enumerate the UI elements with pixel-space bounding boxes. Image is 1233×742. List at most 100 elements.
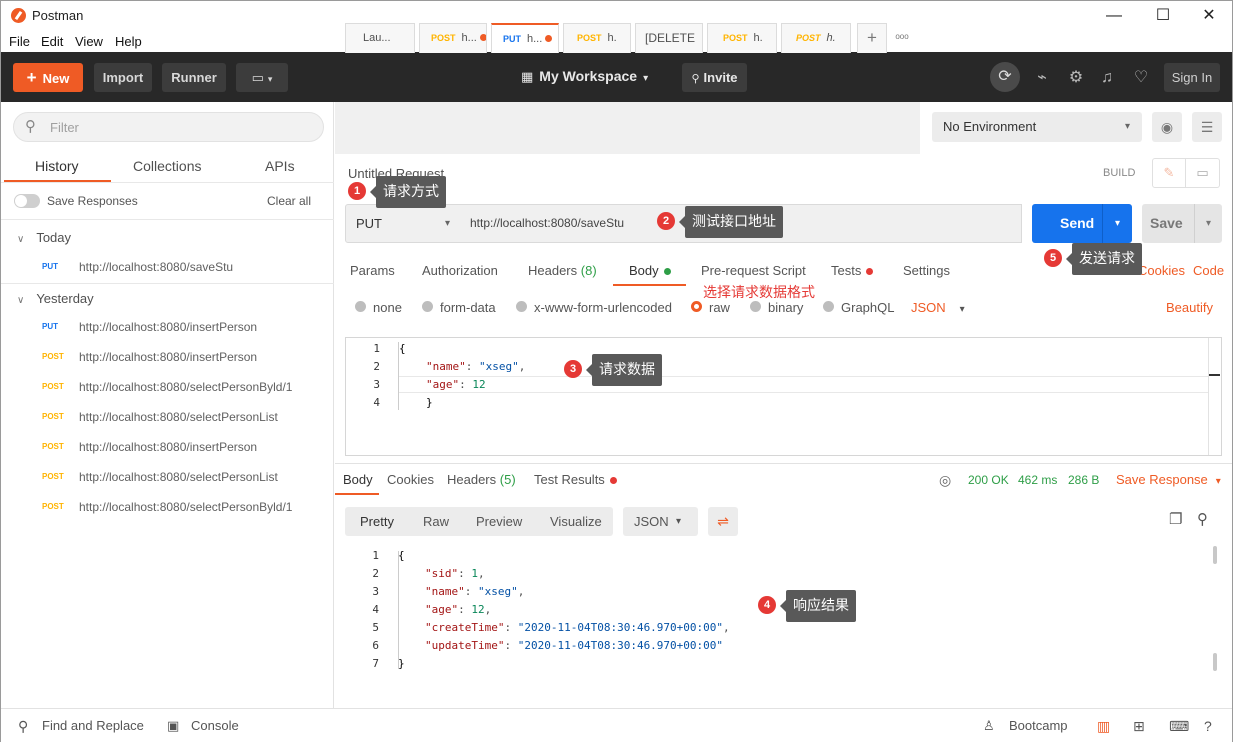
invite-button[interactable]: ⚲ Invite bbox=[682, 63, 747, 92]
bell-icon[interactable]: ♫ bbox=[1095, 66, 1119, 90]
tab-body[interactable]: Body bbox=[629, 263, 671, 278]
history-item[interactable]: POST http://localhost:8080/insertPerson bbox=[1, 343, 334, 373]
section-today[interactable]: ∨ Today bbox=[17, 230, 71, 245]
response-tab-test-results[interactable]: Test Results bbox=[534, 472, 617, 487]
request-tab-active[interactable]: PUT h... bbox=[491, 23, 559, 53]
response-format-select[interactable]: JSON ▾ bbox=[623, 507, 698, 536]
request-body-editor[interactable]: 1 2 3 4 { "name": "xseg", "age": 12 } bbox=[345, 337, 1222, 456]
filter-input[interactable]: ⚲ Filter bbox=[13, 112, 324, 142]
response-tab-headers[interactable]: Headers (5) bbox=[447, 472, 516, 487]
request-tab[interactable]: POST h. bbox=[563, 23, 631, 53]
radio-raw[interactable] bbox=[691, 301, 702, 312]
sign-in-button[interactable]: Sign In bbox=[1164, 63, 1220, 92]
sliders-icon[interactable]: ☰ bbox=[1192, 112, 1222, 142]
history-item[interactable]: PUT http://localhost:8080/insertPerson bbox=[1, 313, 334, 343]
request-tab[interactable]: Lau... bbox=[345, 23, 415, 53]
tab-params[interactable]: Params bbox=[350, 263, 395, 278]
find-replace-button[interactable]: Find and Replace bbox=[42, 718, 144, 733]
radio-binary[interactable] bbox=[750, 301, 761, 312]
heart-icon[interactable]: ♡ bbox=[1129, 66, 1153, 90]
search-icon[interactable]: ⚲ bbox=[1197, 510, 1208, 528]
view-visualize[interactable]: Visualize bbox=[550, 514, 602, 529]
menu-help[interactable]: Help bbox=[115, 34, 142, 49]
scrollbar[interactable] bbox=[1208, 374, 1220, 376]
scrollbar[interactable] bbox=[1213, 653, 1217, 671]
runner-button[interactable]: Runner bbox=[162, 63, 226, 92]
view-preview[interactable]: Preview bbox=[476, 514, 522, 529]
menu-edit[interactable]: Edit bbox=[41, 34, 63, 49]
response-body[interactable]: 1 2 3 4 5 6 7 { "sid": 1, "name": "xseg"… bbox=[335, 543, 1222, 703]
chevron-down-icon[interactable]: ▾ bbox=[1194, 204, 1222, 243]
tab-history[interactable]: History bbox=[35, 158, 79, 174]
tab-tests[interactable]: Tests bbox=[831, 263, 874, 278]
view-raw[interactable]: Raw bbox=[423, 514, 449, 529]
clear-all-button[interactable]: Clear all bbox=[267, 194, 311, 208]
history-item[interactable]: POST http://localhost:8080/selectPersonL… bbox=[1, 463, 334, 493]
request-tab[interactable]: POST h. bbox=[781, 23, 851, 53]
keyboard-icon[interactable]: ⌨ bbox=[1169, 718, 1189, 735]
tab-headers[interactable]: Headers (8) bbox=[528, 263, 597, 278]
layout-split-icon[interactable]: ⊞ bbox=[1133, 718, 1145, 735]
tab-collections[interactable]: Collections bbox=[133, 158, 201, 174]
comment-icon[interactable]: ▭ bbox=[1186, 158, 1220, 188]
tab-prerequest-script[interactable]: Pre-request Script bbox=[701, 263, 806, 278]
scrollbar[interactable] bbox=[1213, 546, 1217, 564]
save-responses-toggle[interactable] bbox=[14, 194, 40, 208]
chevron-down-icon[interactable]: ▾ bbox=[1102, 204, 1132, 243]
beautify-button[interactable]: Beautify bbox=[1166, 300, 1213, 315]
section-yesterday[interactable]: ∨ Yesterday bbox=[17, 291, 94, 306]
history-item[interactable]: POST http://localhost:8080/insertPerson bbox=[1, 433, 334, 463]
workspace-selector[interactable]: ▦ My Workspace ▾ bbox=[521, 68, 648, 85]
tab-authorization[interactable]: Authorization bbox=[422, 263, 498, 278]
section-title: Today bbox=[36, 230, 72, 245]
send-button[interactable]: Send ▾ bbox=[1032, 204, 1132, 243]
body-format-select[interactable]: JSON ▾ bbox=[911, 300, 965, 315]
radio-graphql[interactable] bbox=[823, 301, 834, 312]
menu-file[interactable]: File bbox=[9, 34, 30, 49]
help-icon[interactable]: ? bbox=[1204, 718, 1212, 734]
history-item[interactable]: POST http://localhost:8080/selectPersonB… bbox=[1, 493, 334, 523]
pencil-icon[interactable]: ✎ bbox=[1152, 158, 1186, 188]
request-tab[interactable]: POST h... bbox=[419, 23, 487, 53]
history-item[interactable]: POST http://localhost:8080/selectPersonL… bbox=[1, 403, 334, 433]
gear-icon[interactable]: ⚙ bbox=[1064, 66, 1088, 90]
radio-form-data[interactable] bbox=[422, 301, 433, 312]
radio-urlencoded[interactable] bbox=[516, 301, 527, 312]
response-tab-cookies[interactable]: Cookies bbox=[387, 472, 434, 487]
environment-select[interactable]: No Environment ▾ bbox=[932, 112, 1142, 142]
close-button[interactable]: ✕ bbox=[1194, 5, 1224, 27]
import-button[interactable]: Import bbox=[94, 63, 152, 92]
layout-single-icon[interactable]: ▥ bbox=[1097, 718, 1110, 735]
save-button[interactable]: Save ▾ bbox=[1142, 204, 1222, 243]
method-select[interactable]: PUT ▾ bbox=[345, 204, 461, 243]
request-tab[interactable]: [DELETE bbox=[635, 23, 703, 53]
tab-apis[interactable]: APIs bbox=[265, 158, 295, 174]
bootcamp-button[interactable]: Bootcamp bbox=[1009, 718, 1068, 733]
cookies-link[interactable]: Cookies bbox=[1138, 263, 1185, 278]
sidebar: ⚲ Filter History Collections APIs Save R… bbox=[1, 102, 334, 708]
new-window-dropdown[interactable]: ▭ ▾ bbox=[236, 63, 288, 92]
history-item[interactable]: POST http://localhost:8080/selectPersonB… bbox=[1, 373, 334, 403]
console-button[interactable]: Console bbox=[191, 718, 239, 733]
annotation-callout: 发送请求 bbox=[1066, 243, 1142, 275]
request-tab[interactable]: POST h. bbox=[707, 23, 777, 53]
save-response-button[interactable]: Save Response ▾ bbox=[1116, 472, 1221, 487]
globe-icon[interactable]: ◎ bbox=[939, 472, 951, 489]
eye-icon[interactable]: ◉ bbox=[1152, 112, 1182, 142]
new-button[interactable]: + New bbox=[13, 63, 83, 92]
copy-icon[interactable]: ❐ bbox=[1169, 510, 1182, 528]
minimize-button[interactable]: — bbox=[1099, 5, 1129, 27]
sync-off-icon[interactable]: ⟳ bbox=[990, 62, 1020, 92]
add-tab-button[interactable]: + bbox=[857, 23, 887, 53]
more-tabs-button[interactable]: ooo bbox=[889, 23, 915, 53]
code-link[interactable]: Code bbox=[1193, 263, 1224, 278]
view-pretty[interactable]: Pretty bbox=[360, 514, 394, 529]
satellite-icon[interactable]: ⌁ bbox=[1030, 66, 1054, 90]
maximize-button[interactable]: ☐ bbox=[1148, 5, 1178, 27]
radio-none[interactable] bbox=[355, 301, 366, 312]
tab-settings[interactable]: Settings bbox=[903, 263, 950, 278]
wrap-lines-icon[interactable]: ⇌ bbox=[708, 507, 738, 536]
history-item[interactable]: PUT http://localhost:8080/saveStu bbox=[1, 253, 334, 283]
menu-view[interactable]: View bbox=[75, 34, 103, 49]
response-tab-body[interactable]: Body bbox=[343, 472, 373, 487]
